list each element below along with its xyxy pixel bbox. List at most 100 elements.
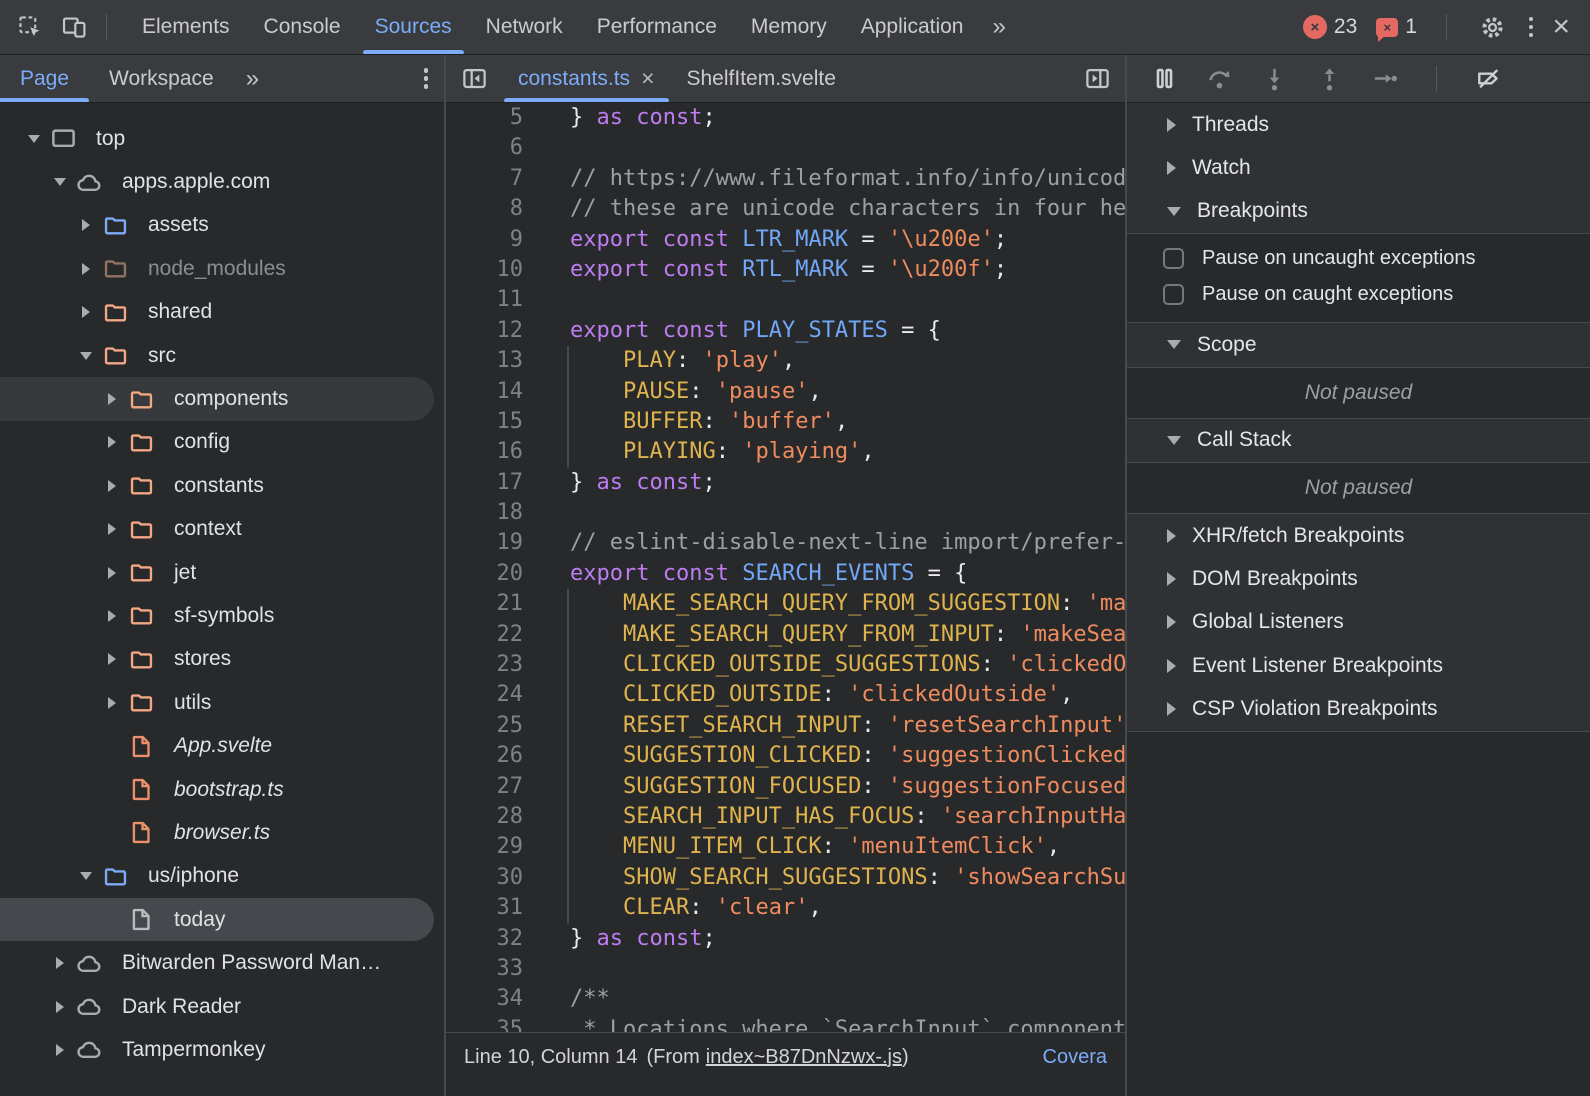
expand-arrow-icon[interactable]: [70, 855, 102, 898]
expand-arrow-icon[interactable]: [96, 508, 128, 551]
expand-arrow-icon[interactable]: [70, 247, 102, 290]
tree-item-config[interactable]: config: [0, 421, 444, 464]
tree-item-constants[interactable]: constants: [0, 464, 444, 507]
line-number[interactable]: 22: [446, 620, 523, 650]
tab-console[interactable]: Console: [247, 0, 358, 54]
tree-item-src[interactable]: src: [0, 334, 444, 377]
section-global-listeners[interactable]: Global Listeners: [1127, 601, 1590, 644]
expand-arrow-icon[interactable]: [70, 291, 102, 334]
tree-item-top[interactable]: top: [0, 117, 444, 160]
line-number[interactable]: 5: [446, 103, 523, 133]
tree-item-components[interactable]: components: [0, 377, 434, 420]
tree-item-app-svelte[interactable]: App.svelte: [0, 724, 444, 767]
more-navigator-tabs-icon[interactable]: »: [234, 65, 271, 93]
expand-arrow-icon[interactable]: [70, 334, 102, 377]
line-number[interactable]: 25: [446, 711, 523, 741]
tab-memory[interactable]: Memory: [734, 0, 844, 54]
editor-tab-constants-ts[interactable]: constants.ts ×: [502, 55, 671, 102]
line-number[interactable]: 17: [446, 468, 523, 498]
line-number[interactable]: 31: [446, 893, 523, 923]
expand-debugger-panel-button[interactable]: [1069, 55, 1125, 102]
deactivate-breakpoints-button[interactable]: [1475, 65, 1502, 92]
line-number[interactable]: 21: [446, 589, 523, 619]
inspect-element-button[interactable]: [8, 6, 52, 48]
source-map-link[interactable]: index~B87DnNzwx-.js: [706, 1046, 902, 1069]
error-count-badge[interactable]: × 23: [1303, 15, 1357, 39]
section-watch[interactable]: Watch: [1127, 146, 1590, 189]
tree-item-dark-reader[interactable]: Dark Reader: [0, 985, 444, 1028]
expand-arrow-icon[interactable]: [18, 117, 50, 160]
section-breakpoints[interactable]: Breakpoints: [1127, 190, 1590, 233]
tree-item-utils[interactable]: utils: [0, 681, 444, 724]
line-number[interactable]: 18: [446, 498, 523, 528]
pause-on-uncaught-checkbox[interactable]: [1163, 248, 1184, 269]
close-tab-icon[interactable]: ×: [641, 67, 654, 90]
line-number[interactable]: 28: [446, 802, 523, 832]
collapse-navigator-button[interactable]: [446, 55, 502, 102]
tab-workspace[interactable]: Workspace: [89, 55, 234, 102]
section-xhr-fetch-breakpoints[interactable]: XHR/fetch Breakpoints: [1127, 514, 1590, 557]
tree-item-browser-ts[interactable]: browser.ts: [0, 811, 444, 854]
section-scope[interactable]: Scope: [1127, 323, 1590, 366]
tab-page[interactable]: Page: [0, 55, 89, 102]
line-number[interactable]: 26: [446, 741, 523, 771]
expand-arrow-icon[interactable]: [44, 160, 76, 203]
close-devtools-button[interactable]: ×: [1552, 12, 1570, 42]
section-threads[interactable]: Threads: [1127, 103, 1590, 146]
line-number[interactable]: 30: [446, 863, 523, 893]
tree-item-tampermonkey[interactable]: Tampermonkey: [0, 1028, 444, 1071]
line-number[interactable]: 35: [446, 1015, 523, 1032]
expand-arrow-icon[interactable]: [96, 681, 128, 724]
coverage-link[interactable]: Covera: [1043, 1046, 1107, 1069]
tree-item-sf-symbols[interactable]: sf-symbols: [0, 594, 444, 637]
line-number[interactable]: 13: [446, 346, 523, 376]
line-number[interactable]: 8: [446, 194, 523, 224]
tab-application[interactable]: Application: [844, 0, 981, 54]
line-number[interactable]: 10: [446, 255, 523, 285]
more-panels-icon[interactable]: »: [980, 0, 1017, 54]
line-number[interactable]: 32: [446, 924, 523, 954]
tree-item-today[interactable]: today: [0, 898, 434, 941]
navigator-menu-button[interactable]: [424, 68, 429, 89]
line-number[interactable]: 15: [446, 407, 523, 437]
expand-arrow-icon[interactable]: [44, 985, 76, 1028]
tree-item-node-modules[interactable]: node_modules: [0, 247, 444, 290]
expand-arrow-icon[interactable]: [96, 421, 128, 464]
expand-arrow-icon[interactable]: [96, 551, 128, 594]
step-into-button[interactable]: [1261, 65, 1288, 92]
line-number[interactable]: 12: [446, 316, 523, 346]
line-number[interactable]: 7: [446, 164, 523, 194]
section-dom-breakpoints[interactable]: DOM Breakpoints: [1127, 557, 1590, 600]
editor-tab-shelfitem-svelte[interactable]: ShelfItem.svelte: [671, 55, 852, 102]
tab-performance[interactable]: Performance: [580, 0, 734, 54]
line-number[interactable]: 11: [446, 285, 523, 315]
expand-arrow-icon[interactable]: [44, 1028, 76, 1071]
line-number[interactable]: 23: [446, 650, 523, 680]
expand-arrow-icon[interactable]: [96, 594, 128, 637]
line-number[interactable]: 14: [446, 377, 523, 407]
line-number[interactable]: 29: [446, 832, 523, 862]
line-number[interactable]: 34: [446, 984, 523, 1014]
step-over-button[interactable]: [1206, 65, 1233, 92]
step-out-button[interactable]: [1316, 65, 1343, 92]
tab-sources[interactable]: Sources: [358, 0, 469, 54]
tree-item-assets[interactable]: assets: [0, 204, 444, 247]
tab-network[interactable]: Network: [469, 0, 580, 54]
section-csp-violation-breakpoints[interactable]: CSP Violation Breakpoints: [1127, 688, 1590, 731]
line-number[interactable]: 33: [446, 954, 523, 984]
tree-item-bootstrap-ts[interactable]: bootstrap.ts: [0, 768, 444, 811]
pause-button[interactable]: [1151, 65, 1178, 92]
expand-arrow-icon[interactable]: [96, 638, 128, 681]
device-toolbar-button[interactable]: [52, 6, 96, 48]
pause-on-caught-checkbox[interactable]: [1163, 284, 1184, 305]
line-number[interactable]: 19: [446, 528, 523, 558]
line-number[interactable]: 6: [446, 133, 523, 163]
more-options-button[interactable]: [1529, 17, 1534, 38]
tree-item-context[interactable]: context: [0, 508, 444, 551]
section-call-stack[interactable]: Call Stack: [1127, 419, 1590, 462]
expand-arrow-icon[interactable]: [96, 464, 128, 507]
tree-item-stores[interactable]: stores: [0, 638, 444, 681]
line-number[interactable]: 9: [446, 225, 523, 255]
settings-button[interactable]: [1476, 6, 1510, 48]
tree-item-bitwarden-password-man-[interactable]: Bitwarden Password Man…: [0, 941, 444, 984]
